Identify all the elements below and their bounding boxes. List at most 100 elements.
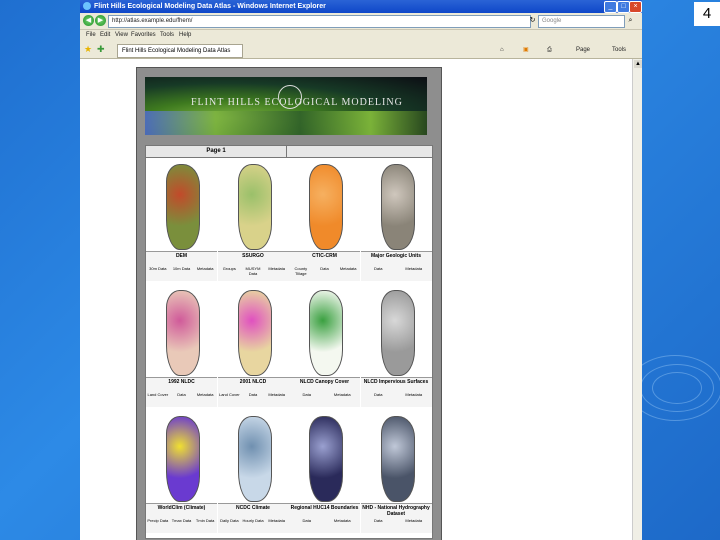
- map-thumbnail[interactable]: [309, 416, 343, 502]
- map-thumbnail[interactable]: [237, 164, 272, 250]
- forward-button[interactable]: ▶: [95, 15, 106, 26]
- back-button[interactable]: ◀: [83, 15, 94, 26]
- site-banner: FLINT HILLS ECOLOGICAL MODELING: [145, 77, 427, 135]
- scrollbar[interactable]: ▲: [632, 59, 642, 540]
- menu-favorites[interactable]: Favorites: [131, 30, 156, 41]
- map-caption: Regional HUC14 Boundaries Data Metadata: [289, 503, 360, 533]
- map-cell: 2001 NLCD Land Cover Data Metadata: [217, 284, 289, 407]
- map-thumbnail[interactable]: [166, 164, 200, 250]
- address-bar[interactable]: http://atlas.example.edu/fhem/: [108, 15, 531, 28]
- map-link[interactable]: Tmax Data: [171, 518, 193, 523]
- search-icon[interactable]: ⌕: [625, 15, 636, 26]
- browser-window: Flint Hills Ecological Modeling Data Atl…: [80, 0, 642, 540]
- map-cell: Major Geologic Units Data Metadata: [360, 158, 432, 281]
- map-link[interactable]: Metadata: [403, 392, 425, 397]
- menu-view[interactable]: View: [115, 30, 128, 41]
- close-button[interactable]: ×: [629, 1, 642, 13]
- map-cell: NHD - National Hydrography Dataset Data Me…: [360, 410, 432, 533]
- map-thumbnail[interactable]: [380, 416, 415, 502]
- map-title: Major Geologic Units: [370, 253, 421, 259]
- map-link[interactable]: Data: [296, 518, 318, 523]
- map-cell: SSURGO Groups MUSYM Data Metadata: [217, 158, 289, 281]
- home-icon[interactable]: ⌂: [500, 45, 504, 55]
- map-link[interactable]: Land Cover: [218, 392, 240, 397]
- map-caption: NLCD Impervious Surfaces Data Metadata: [360, 377, 432, 407]
- map-title: 2001 NLCD: [239, 379, 267, 385]
- map-caption: 2001 NLCD Land Cover Data Metadata: [217, 377, 289, 407]
- map-link[interactable]: Data: [314, 266, 336, 271]
- map-link[interactable]: Data: [367, 392, 389, 397]
- map-cell: NLCD Canopy Cover Data Metadata: [289, 284, 360, 407]
- map-link[interactable]: Land Cover: [147, 392, 169, 397]
- page-label: Page 1: [146, 146, 287, 157]
- map-link[interactable]: Data: [242, 392, 264, 397]
- map-caption: SSURGO Groups MUSYM Data Metadata: [217, 251, 289, 281]
- map-link[interactable]: Groups: [218, 266, 240, 271]
- map-link[interactable]: Metadata: [194, 392, 216, 397]
- map-thumbnail[interactable]: [309, 290, 343, 376]
- refresh-icon[interactable]: ↻: [527, 15, 538, 26]
- map-thumbnail[interactable]: [166, 290, 200, 376]
- map-thumbnail[interactable]: [237, 416, 272, 502]
- tools-menu[interactable]: Tools: [612, 45, 626, 55]
- feeds-icon[interactable]: ▣: [523, 45, 529, 55]
- menu-file[interactable]: File: [86, 30, 96, 41]
- menu-bar: File Edit View Favorites Tools Help: [80, 30, 642, 41]
- map-thumbnail[interactable]: [166, 416, 200, 502]
- banner-title: FLINT HILLS ECOLOGICAL MODELING: [191, 97, 403, 108]
- map-link[interactable]: Metadata: [331, 518, 353, 523]
- favorites-star-icon[interactable]: ★: [84, 44, 92, 54]
- page-menu[interactable]: Page: [576, 45, 590, 55]
- print-icon[interactable]: ⎙: [547, 45, 552, 55]
- map-link[interactable]: Tmin Data: [194, 518, 216, 523]
- map-thumbnail[interactable]: [380, 290, 415, 376]
- map-thumbnail[interactable]: [237, 290, 272, 376]
- atlas-frame: FLINT HILLS ECOLOGICAL MODELING Page 1 D…: [136, 67, 442, 540]
- map-caption: 1992 NLDC Land Cover Data Metadata: [146, 377, 217, 407]
- map-link[interactable]: Metadata: [331, 392, 353, 397]
- map-link[interactable]: Data: [367, 266, 389, 271]
- map-link[interactable]: 10m Data: [171, 266, 193, 271]
- map-title: 1992 NLDC: [168, 379, 195, 385]
- map-thumbnail[interactable]: [309, 164, 343, 250]
- map-link[interactable]: MUSYM Data: [242, 266, 264, 276]
- browser-tab[interactable]: Flint Hills Ecological Modeling Data Atl…: [117, 44, 243, 58]
- map-link[interactable]: County Tillage: [290, 266, 312, 276]
- map-link[interactable]: 30m Data: [147, 266, 169, 271]
- map-link[interactable]: Hourly Data: [242, 518, 264, 523]
- map-link[interactable]: Data: [171, 392, 193, 397]
- map-link[interactable]: Data: [367, 518, 389, 523]
- address-row: ◀ ▶ http://atlas.example.edu/fhem/ ↻ Goo…: [80, 13, 642, 30]
- add-favorite-icon[interactable]: ✚: [97, 44, 105, 54]
- map-link[interactable]: Metadata: [266, 266, 288, 271]
- map-title: NLCD Impervious Surfaces: [363, 379, 429, 385]
- page-content: FLINT HILLS ECOLOGICAL MODELING Page 1 D…: [80, 59, 632, 540]
- map-caption: NHD - National Hydrography Dataset Data Me…: [360, 503, 432, 533]
- minimize-button[interactable]: _: [604, 1, 617, 13]
- map-link[interactable]: Precip Data: [147, 518, 169, 523]
- map-caption: NCDC Climate Daily Data Hourly Data Metadat…: [217, 503, 289, 533]
- menu-edit[interactable]: Edit: [100, 30, 110, 41]
- atlas-page: Page 1 DEM 30m Data 10m Data Metadata SSURGO…: [145, 145, 433, 539]
- map-caption: CTIC-CRM County Tillage Data Metadata: [289, 251, 360, 281]
- map-link[interactable]: Metadata: [266, 392, 288, 397]
- map-caption: NLCD Canopy Cover Data Metadata: [289, 377, 360, 407]
- map-link[interactable]: Daily Data: [218, 518, 240, 523]
- menu-tools[interactable]: Tools: [160, 30, 174, 41]
- page-header: Page 1: [146, 146, 432, 158]
- map-link[interactable]: Metadata: [403, 518, 425, 523]
- map-title: CTIC-CRM: [312, 253, 337, 259]
- map-link[interactable]: Metadata: [403, 266, 425, 271]
- map-link[interactable]: Metadata: [266, 518, 288, 523]
- scroll-up-icon[interactable]: ▲: [634, 60, 642, 68]
- map-link[interactable]: Data: [296, 392, 318, 397]
- map-link[interactable]: Metadata: [194, 266, 216, 271]
- map-caption: WorldClim (Climate) Precip Data Tmax Data T…: [146, 503, 217, 533]
- search-input[interactable]: Google: [538, 15, 625, 28]
- map-link[interactable]: Metadata: [337, 266, 359, 271]
- map-title: NHD - National Hydrography Dataset: [362, 505, 430, 517]
- map-title: NCDC Climate: [236, 505, 270, 511]
- menu-help[interactable]: Help: [179, 30, 191, 41]
- map-caption: Major Geologic Units Data Metadata: [360, 251, 432, 281]
- map-thumbnail[interactable]: [380, 164, 415, 250]
